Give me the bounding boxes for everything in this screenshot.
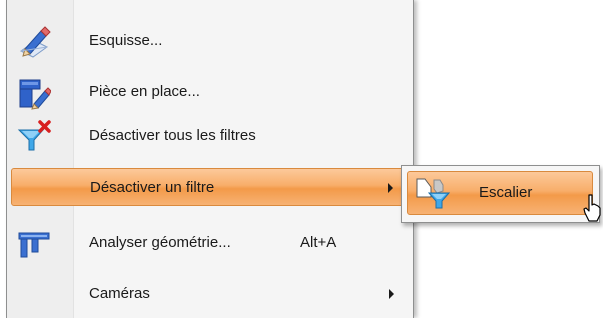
submenu-arrow-icon <box>389 289 394 299</box>
submenu-item-label: Escalier <box>479 184 533 201</box>
menu-item-disable-all-filters[interactable]: Désactiver tous les filtres <box>11 116 408 156</box>
menu-item-shortcut: Alt+A <box>300 234 337 251</box>
submenu-item-escalier[interactable]: Escalier <box>407 171 593 215</box>
menu-item-label: Pièce en place... <box>89 83 200 100</box>
context-menu: Esquisse... Pièce en place... Désactiver… <box>6 0 414 318</box>
menu-item-cameras[interactable]: Caméras <box>11 274 408 314</box>
shape-filter-icon <box>416 178 451 209</box>
menu-item-label: Esquisse... <box>89 32 163 49</box>
menu-item-label: Caméras <box>89 285 150 302</box>
menu-item-part-in-place[interactable]: Pièce en place... <box>11 72 408 112</box>
menu-item-analyze-geometry[interactable]: Analyser géométrie... Alt+A <box>11 223 408 263</box>
part-in-place-icon <box>19 79 51 110</box>
menu-item-sketch[interactable]: Esquisse... <box>11 21 408 61</box>
filter-submenu: Escalier <box>401 165 600 223</box>
menu-item-disable-one-filter[interactable]: Désactiver un filtre <box>11 168 408 206</box>
screen: Esquisse... Pièce en place... Désactiver… <box>0 0 603 318</box>
menu-item-label: Désactiver un filtre <box>90 179 215 196</box>
menu-item-label: Analyser géométrie... <box>89 234 231 251</box>
funnel-red-x-icon <box>17 120 51 151</box>
sketch-pencil-icon <box>20 26 51 58</box>
menu-item-label: Désactiver tous les filtres <box>89 127 256 144</box>
submenu-arrow-icon <box>388 183 393 193</box>
caliper-icon <box>18 232 50 258</box>
hand-cursor-icon <box>583 194 601 222</box>
